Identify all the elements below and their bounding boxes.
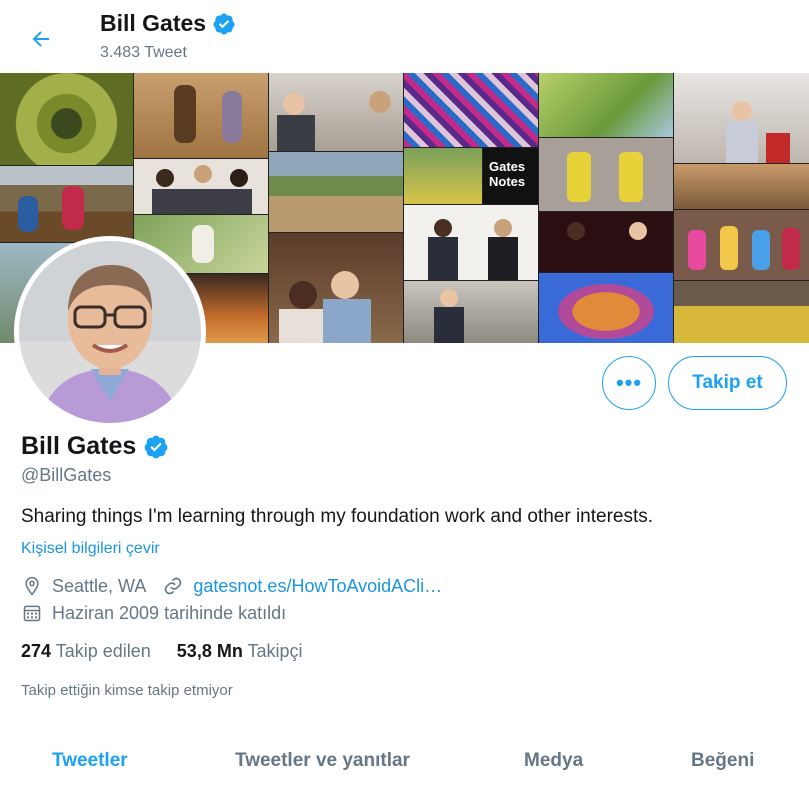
gates-notes-label-2: Notes [489,174,526,189]
banner-photo-plant [539,73,673,137]
banner-photo-whiteboard [404,205,538,280]
verified-badge-icon [213,13,235,34]
avatar-photo [19,241,201,423]
profile-handle: @BillGates [21,465,112,485]
more-options-icon: ••• [615,370,643,395]
tab-media[interactable]: Medya [524,750,583,772]
header-name: Bill Gates [100,10,207,36]
banner-photo-insect [0,73,133,165]
arrow-left-icon [32,31,49,47]
follow-button[interactable]: Takip et [668,356,787,410]
gates-notes-logo: Gates Notes [483,148,538,204]
banner-photo-children [674,210,809,280]
banner-photo-students [134,159,268,214]
following-count: 274 [21,641,52,661]
banner-photo-village-road [269,152,403,232]
link-icon [162,575,184,597]
follow-stats: 274 Takip edilen 53,8 Mn Takipçi [21,641,303,662]
profile-avatar[interactable] [14,236,206,428]
profile-bio: Sharing things I'm learning through my f… [21,506,654,527]
profile-joined-date: Haziran 2009 tarihinde katıldı [52,602,287,623]
banner-photo-market-women [134,73,268,158]
following-label: Takip edilen [55,641,151,661]
more-options-button[interactable]: ••• [602,356,656,410]
translate-bio-link[interactable]: Kişisel bilgileri çevir [21,540,160,558]
profile-website-link[interactable]: gatesnot.es/HowToAvoidACli… [193,576,442,597]
followed-by-note: Takip ettiğin kimse takip etmiyor [21,682,233,699]
banner-photo-market-stall [674,164,809,209]
following-stat[interactable]: 274 Takip edilen [21,641,151,662]
top-bar: Bill Gates 3.483 Tweet [0,0,809,73]
header-title: Bill Gates [100,10,236,37]
calendar-icon [21,602,43,624]
banner-photo-brain [539,273,673,343]
banner-photo-stage-talk [539,212,673,272]
profile-tabs: Tweetler Tweetler ve yanıtlar Medya Beğe… [0,740,809,784]
gates-notes-label-1: Gates [489,159,526,174]
profile-location: Seattle, WA [52,575,147,596]
banner-photo-colorful-pattern [404,73,538,147]
banner-photo-meeting [269,73,403,151]
verified-badge-icon [144,435,168,458]
profile-name-text: Bill Gates [21,432,137,460]
joined-row: Haziran 2009 tarihinde katıldı [21,602,286,624]
banner-photo-bananas [674,281,809,343]
back-button[interactable] [22,20,60,58]
location-pin-icon [21,575,43,597]
location-website-row: Seattle, WA gatesnot.es/HowToAvoidACli… [21,575,442,597]
avatar-portrait-icon [19,241,201,423]
tweet-count: 3.483 Tweet [100,44,187,61]
followers-stat[interactable]: 53,8 Mn Takipçi [177,641,303,662]
banner-photo-field-workers [0,166,133,242]
profile-name: Bill Gates [21,432,169,461]
banner-photo-lab-workers [539,138,673,211]
followers-label: Takipçi [247,641,303,661]
tab-tweets-and-replies[interactable]: Tweetler ve yanıtlar [235,750,410,772]
banner-photo-selfie [269,233,403,343]
tab-likes[interactable]: Beğeni [691,750,754,772]
banner-photo-lab-tour [674,73,809,163]
tab-tweets[interactable]: Tweetler [52,750,128,772]
banner-photo-flowers [404,148,482,204]
banner-photo-kitchen [404,281,538,343]
followers-count: 53,8 Mn [176,641,243,661]
